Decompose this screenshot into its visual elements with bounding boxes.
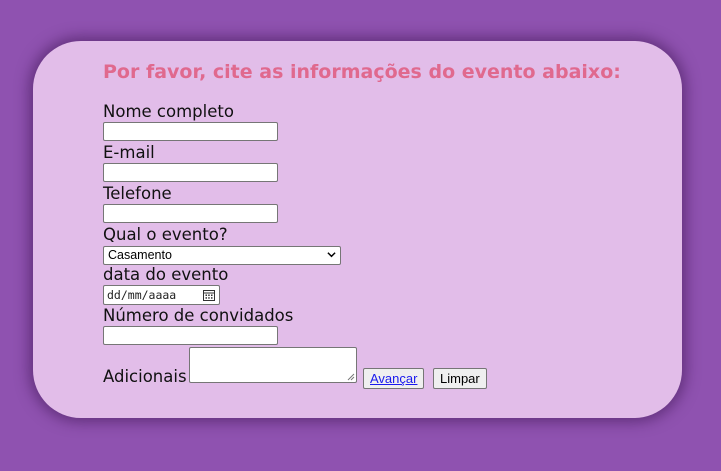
calendar-icon[interactable] xyxy=(203,289,215,301)
guests-field[interactable] xyxy=(103,326,278,345)
name-field[interactable] xyxy=(103,122,278,141)
chevron-down-icon xyxy=(327,252,336,258)
form-title: Por favor, cite as informações do evento… xyxy=(103,61,621,83)
date-field[interactable]: dd/mm/aaaa xyxy=(103,285,220,305)
phone-field[interactable] xyxy=(103,204,278,223)
date-placeholder: dd/mm/aaaa xyxy=(107,288,177,302)
clear-button[interactable]: Limpar xyxy=(433,368,487,389)
event-label: Qual o evento? xyxy=(103,225,228,244)
event-select[interactable]: Casamento xyxy=(103,246,341,265)
extra-label: Adicionais xyxy=(103,367,187,386)
event-selected-value: Casamento xyxy=(108,248,172,262)
next-button[interactable]: Avançar xyxy=(363,368,425,389)
name-label: Nome completo xyxy=(103,102,234,121)
next-button-label[interactable]: Avançar xyxy=(370,371,417,386)
phone-label: Telefone xyxy=(103,184,172,203)
date-label: data do evento xyxy=(103,265,229,284)
email-label: E-mail xyxy=(103,143,155,162)
resize-grip-icon[interactable] xyxy=(347,373,355,381)
email-field[interactable] xyxy=(103,163,278,182)
extra-textarea[interactable] xyxy=(189,347,357,383)
guests-label: Número de convidados xyxy=(103,306,294,325)
